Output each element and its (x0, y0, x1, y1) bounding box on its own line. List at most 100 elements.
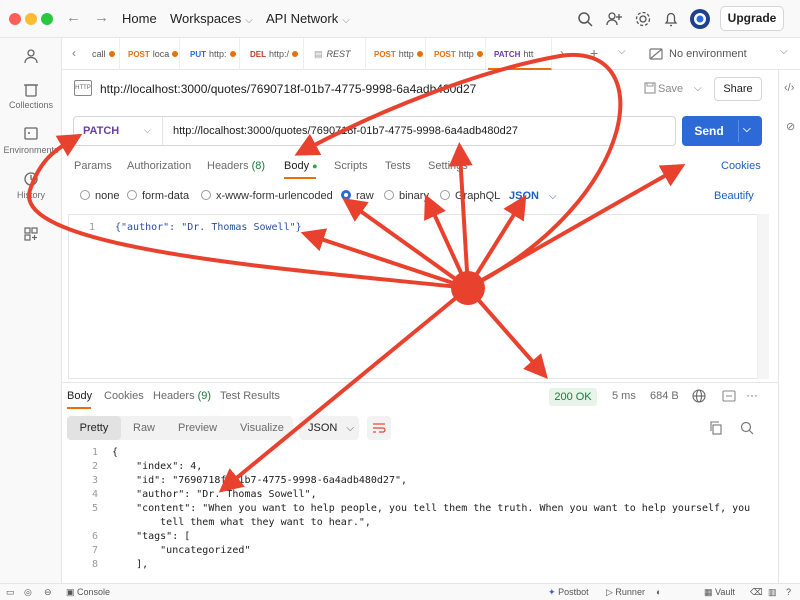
radio-circle (80, 190, 90, 200)
tab-settings[interactable]: Settings (428, 160, 468, 172)
tab-params[interactable]: Params (74, 160, 112, 172)
chevron-down-icon[interactable]: ⌵ (694, 83, 702, 94)
radio-raw[interactable]: raw (341, 190, 374, 202)
console-button[interactable]: ▣ Console (66, 587, 110, 598)
view-visualize[interactable]: Visualize (240, 422, 284, 434)
code-icon[interactable]: ‹/› (784, 82, 794, 94)
tab-body[interactable]: Body ● (284, 160, 318, 172)
radio-urlencoded[interactable]: x-www-form-urlencoded (201, 190, 333, 202)
wrap-lines-button[interactable] (367, 416, 391, 440)
copy-icon[interactable] (709, 421, 723, 435)
tab-response-cookies[interactable]: Cookies (104, 390, 144, 402)
tab-response-body[interactable]: Body (67, 390, 92, 402)
tab-request[interactable]: POST loca (122, 38, 180, 70)
tab-test-results[interactable]: Test Results (220, 390, 280, 402)
method-selector[interactable]: PATCH (83, 125, 119, 137)
vault-button[interactable]: ▦ Vault (704, 587, 735, 598)
view-raw[interactable]: Raw (133, 422, 155, 434)
save-response-icon[interactable] (722, 390, 736, 402)
response-body[interactable]: 1{ 2 "index": 4, 3 "id": "7690718f-01b7-… (62, 446, 778, 579)
help-icon[interactable]: ? (786, 587, 791, 597)
network-icon[interactable]: ⊖ (44, 587, 52, 598)
chevron-down-icon[interactable]: ⌵ (743, 124, 751, 135)
chevron-left-icon[interactable]: ‹ (72, 46, 76, 60)
tab-request[interactable]: PUT http: (182, 38, 240, 70)
layout-icon[interactable]: ▥ (768, 587, 777, 598)
info-icon[interactable]: ⊘ (786, 120, 795, 133)
back-arrow-icon[interactable]: ← (66, 9, 81, 26)
chevron-down-icon: ⌵ (548, 191, 557, 202)
send-button[interactable]: Send ⌵ (682, 116, 762, 146)
chevron-down-icon[interactable]: ⌵ (780, 46, 788, 57)
check-circle-icon[interactable]: ◎ (24, 587, 32, 598)
sidebar-item-history[interactable]: History (0, 171, 62, 200)
tab-tests[interactable]: Tests (385, 160, 411, 172)
tab-request[interactable]: call (88, 38, 120, 70)
plus-icon[interactable]: + (590, 45, 598, 61)
body-format-selector[interactable]: JSON ⌵ (509, 190, 557, 202)
url-input[interactable]: http://localhost:3000/quotes/7690718f-01… (173, 125, 518, 137)
tab-headers[interactable]: Headers (8) (207, 160, 265, 172)
runner-button[interactable]: ▷ Runner (606, 587, 645, 598)
share-button[interactable]: Share (714, 77, 762, 101)
radio-circle (127, 190, 137, 200)
response-size[interactable]: 684 B (650, 390, 679, 402)
cookies-link[interactable]: Cookies (721, 160, 761, 172)
workspaces-menu[interactable]: Workspaces ⌵ (170, 11, 253, 26)
tab-scripts[interactable]: Scripts (334, 160, 368, 172)
cookie-icon[interactable]: ◐ (656, 587, 661, 597)
search-icon[interactable] (740, 421, 754, 435)
api-network-menu[interactable]: API Network ⌵ (266, 11, 350, 26)
beautify-link[interactable]: Beautify (714, 190, 754, 202)
tab-authorization[interactable]: Authorization (127, 160, 191, 172)
maximize-window-button[interactable] (41, 13, 53, 25)
tab-method: PUT (190, 50, 206, 59)
chevron-down-icon[interactable]: ⌵ (144, 125, 151, 136)
minimize-window-button[interactable] (25, 13, 37, 25)
upgrade-button[interactable]: Upgrade (720, 6, 784, 31)
radio-none[interactable]: none (80, 190, 119, 202)
sidebar-item-collections[interactable]: Collections (0, 81, 62, 110)
view-preview[interactable]: Preview (178, 422, 217, 434)
trash-icon[interactable]: ⌫ (750, 587, 763, 598)
code-text: "tags": [ (112, 531, 191, 542)
editor-scrollbar[interactable] (757, 214, 769, 379)
tab-request-active[interactable]: PATCH htt (488, 38, 552, 70)
chevron-down-icon[interactable]: ⌵ (618, 46, 626, 57)
save-button[interactable]: Save (658, 83, 683, 95)
sidebar-item-environments[interactable]: Environments (0, 126, 62, 155)
radio-circle (384, 190, 394, 200)
gear-icon[interactable] (634, 10, 652, 28)
response-time[interactable]: 5 ms (612, 390, 636, 402)
environment-selector[interactable]: No environment (669, 48, 747, 60)
radio-graphql[interactable]: GraphQL (440, 190, 500, 202)
sidebar-toggle-icon[interactable]: ▭ (6, 587, 15, 598)
radio-form-data[interactable]: form-data (127, 190, 189, 202)
more-options-icon[interactable]: ··· (746, 388, 758, 402)
status-badge[interactable]: 200 OK (549, 388, 597, 406)
bell-icon[interactable] (662, 10, 680, 28)
response-format-selector[interactable]: JSON ⌵ (299, 416, 359, 440)
postbot-button[interactable]: ✦ Postbot (548, 587, 589, 598)
tab-request[interactable]: POST http (368, 38, 426, 70)
add-user-icon[interactable] (605, 10, 623, 28)
tab-request[interactable]: POST http (428, 38, 486, 70)
tab-method: POST (128, 50, 150, 59)
request-body-editor[interactable]: 1 {"author": "Dr. Thomas Sowell"} (68, 214, 769, 379)
forward-arrow-icon[interactable]: → (94, 9, 109, 26)
avatar[interactable] (689, 8, 711, 30)
tab-request[interactable]: ▤ REST (306, 38, 366, 70)
tab-request[interactable]: DEL http:/ (242, 38, 304, 70)
request-title[interactable]: http://localhost:3000/quotes/7690718f-01… (100, 82, 476, 96)
sidebar-item-account[interactable] (0, 48, 62, 67)
close-window-button[interactable] (9, 13, 21, 25)
search-icon[interactable] (576, 10, 594, 28)
globe-icon[interactable] (692, 389, 706, 403)
code-line: 8 ], (62, 559, 778, 573)
view-pretty[interactable]: Pretty (67, 416, 121, 440)
radio-binary[interactable]: binary (384, 190, 429, 202)
chevron-right-icon[interactable]: › (560, 46, 564, 60)
sidebar-item-apps[interactable] (0, 226, 62, 245)
tab-response-headers[interactable]: Headers (9) (153, 390, 211, 402)
home-link[interactable]: Home (122, 11, 157, 26)
